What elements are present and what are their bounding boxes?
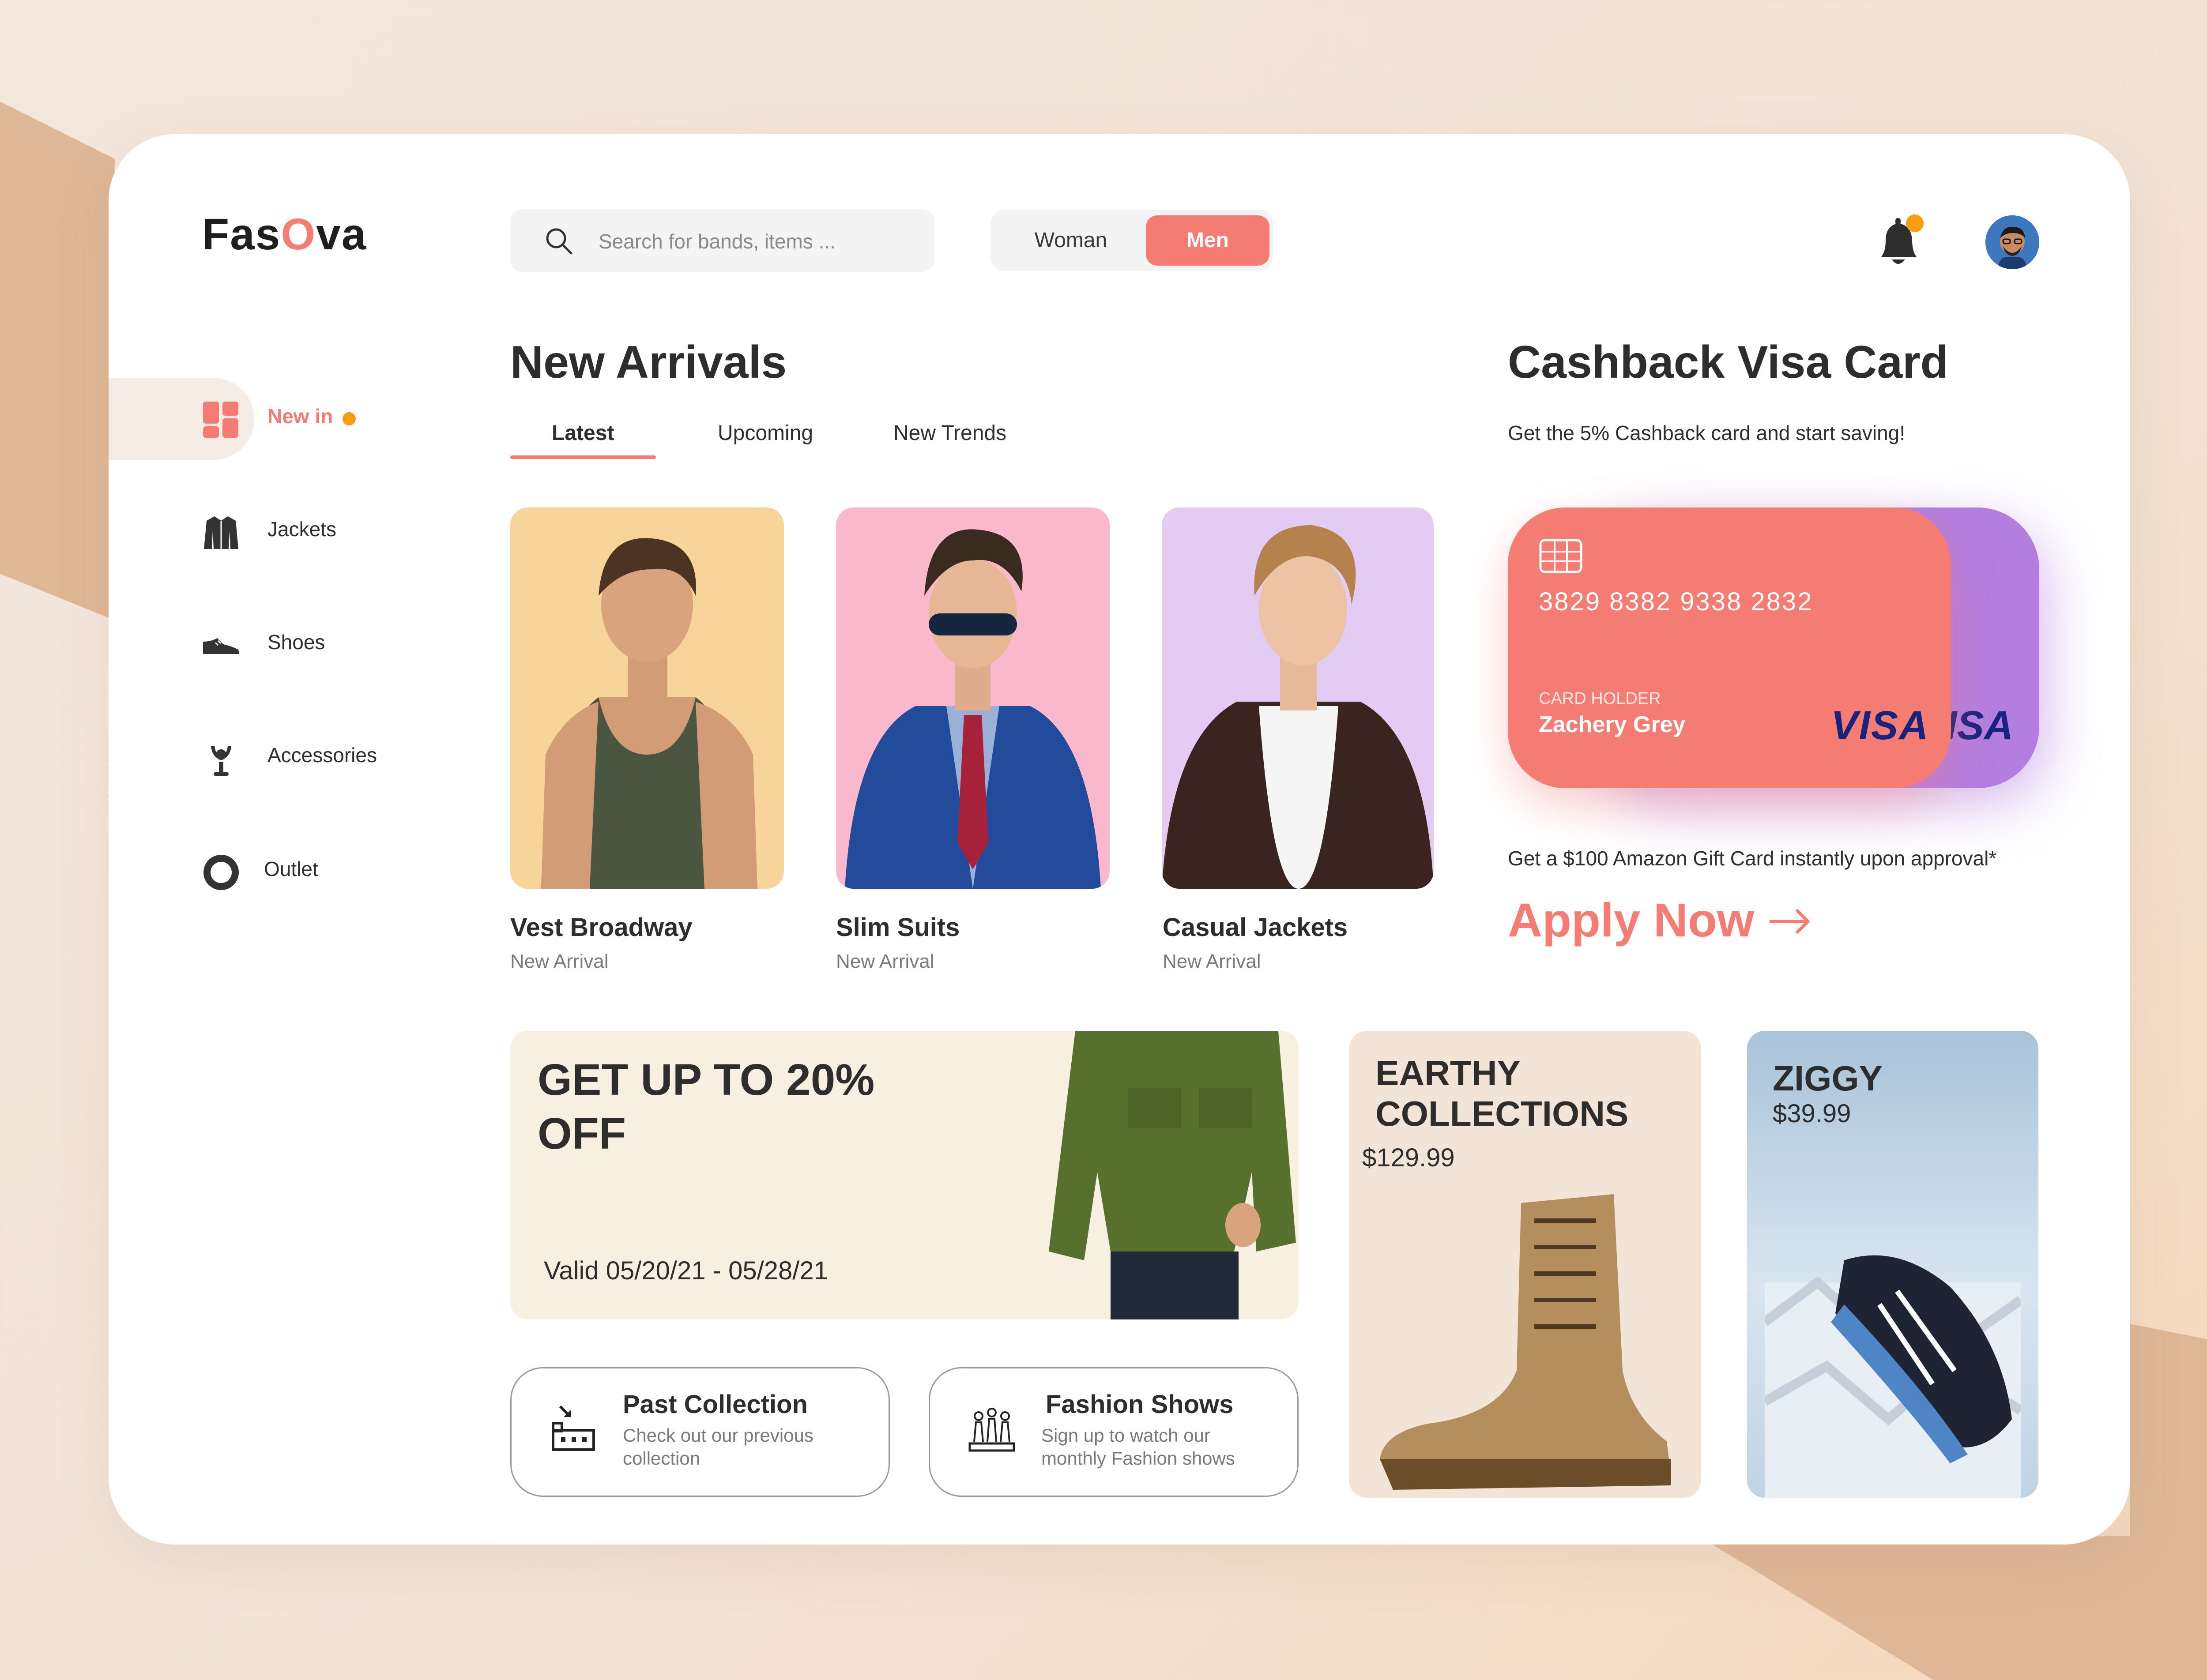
tab-upcoming[interactable]: Upcoming — [718, 421, 813, 445]
gift-card-text: Get a $100 Amazon Gift Card instantly up… — [1508, 847, 1997, 870]
product-image-jackets — [1162, 525, 1434, 889]
cashback-title: Cashback Visa Card — [1508, 337, 1949, 388]
apply-now-link[interactable]: Apply Now — [1508, 892, 1754, 947]
sidebar-item-accessories[interactable]: Accessories — [109, 717, 377, 799]
boot-image — [1380, 1194, 1671, 1490]
visa-logo: VISA — [1831, 703, 1929, 748]
earthy-collection-card[interactable]: EARTHY COLLECTIONS $129.99 — [1349, 1031, 1701, 1498]
past-collection-card[interactable]: Past Collection Check out our previous c… — [510, 1367, 890, 1497]
card-chip-icon — [1539, 539, 1582, 573]
promo-jacket-image — [1049, 1031, 1296, 1319]
fashion-shows-title: Fashion Shows — [1046, 1390, 1234, 1419]
product-status: New Arrival — [836, 951, 934, 972]
sidebar-item-outlet[interactable]: Outlet — [109, 831, 318, 913]
sidebar-item-new-in[interactable]: New in — [109, 378, 356, 460]
brand-logo[interactable]: FasOva — [202, 209, 367, 260]
tab-new-trends[interactable]: New Trends — [893, 421, 1006, 445]
arrow-right-icon[interactable] — [1768, 904, 1812, 939]
product-status: New Arrival — [510, 951, 609, 972]
discount-banner[interactable]: GET UP TO 20% OFF Valid 05/20/21 - 05/28… — [510, 1031, 1299, 1319]
product-status: New Arrival — [1163, 951, 1261, 972]
shoe-icon — [203, 638, 239, 654]
toggle-woman[interactable]: Woman — [996, 215, 1146, 266]
card-holder-label: CARD HOLDER — [1539, 689, 1661, 708]
visa-back-logo: ISA — [1946, 703, 2014, 748]
earthy-title: EARTHY COLLECTIONS — [1375, 1053, 1629, 1133]
product-name[interactable]: Casual Jackets — [1163, 913, 1348, 942]
search-icon — [546, 228, 572, 255]
tab-latest[interactable]: Latest — [552, 421, 614, 445]
fashion-shows-card[interactable]: Fashion Shows Sign up to watch our month… — [929, 1367, 1299, 1497]
user-avatar[interactable] — [1985, 215, 2039, 269]
discount-validity: Valid 05/20/21 - 05/28/21 — [544, 1256, 828, 1285]
product-card-jackets[interactable] — [1162, 507, 1434, 889]
sidebar-item-shoes[interactable]: Shoes — [109, 604, 325, 686]
outlet-ring-icon — [203, 855, 239, 890]
grid-icon — [203, 402, 238, 438]
visa-card-front[interactable]: 3829 8382 9338 2832 CARD HOLDER Zachery … — [1508, 507, 1951, 788]
card-holder-name: Zachery Grey — [1539, 712, 1686, 737]
toggle-men[interactable]: Men — [1146, 215, 1269, 266]
app-window: FasOva Search for bands, items ... Woman… — [109, 134, 2130, 1545]
sidebar-item-label: Outlet — [264, 857, 318, 880]
new-arrivals-title: New Arrivals — [510, 337, 787, 388]
sidebar-item-label: New in — [267, 405, 333, 428]
fashion-shows-desc: Sign up to watch our monthly Fashion sho… — [1041, 1425, 1235, 1469]
gender-toggle[interactable]: Woman Men — [991, 210, 1273, 271]
sidebar-item-jackets[interactable]: Jackets — [109, 491, 336, 573]
sidebar-item-label: Accessories — [267, 744, 377, 767]
product-name[interactable]: Vest Broadway — [510, 913, 693, 942]
product-name[interactable]: Slim Suits — [836, 913, 960, 942]
cashback-subtitle: Get the 5% Cashback card and start savin… — [1508, 421, 1906, 444]
product-card-vest[interactable] — [510, 507, 784, 889]
search-placeholder[interactable]: Search for bands, items ... — [599, 229, 836, 253]
jacket-icon — [204, 516, 238, 549]
collection-icon — [552, 1405, 595, 1451]
earthy-price: $129.99 — [1362, 1143, 1455, 1172]
ziggy-title: ZIGGY — [1773, 1059, 1883, 1098]
search-bar[interactable]: Search for bands, items ... — [510, 209, 934, 272]
card-number: 3829 8382 9338 2832 — [1539, 587, 1813, 616]
product-image-vest — [541, 538, 757, 889]
sidebar-item-label: Shoes — [267, 631, 325, 654]
ziggy-product-card[interactable]: ZIGGY $39.99 — [1747, 1031, 2038, 1498]
fashion-show-icon — [968, 1408, 1015, 1452]
new-indicator-dot — [343, 412, 356, 425]
ziggy-price: $39.99 — [1773, 1099, 1851, 1128]
product-image-suits — [845, 529, 1101, 889]
sneaker-image — [1765, 1255, 2021, 1498]
product-card-suits[interactable] — [836, 507, 1110, 889]
past-collection-title: Past Collection — [623, 1390, 808, 1419]
sidebar-item-label: Jackets — [267, 518, 336, 541]
tab-active-underline — [510, 455, 656, 459]
avatar-image — [1985, 215, 2039, 269]
necklace-icon — [211, 746, 231, 776]
bell-icon[interactable] — [1872, 214, 1925, 271]
past-collection-desc: Check out our previous collection — [623, 1425, 814, 1469]
discount-title: GET UP TO 20% OFF — [538, 1055, 875, 1158]
